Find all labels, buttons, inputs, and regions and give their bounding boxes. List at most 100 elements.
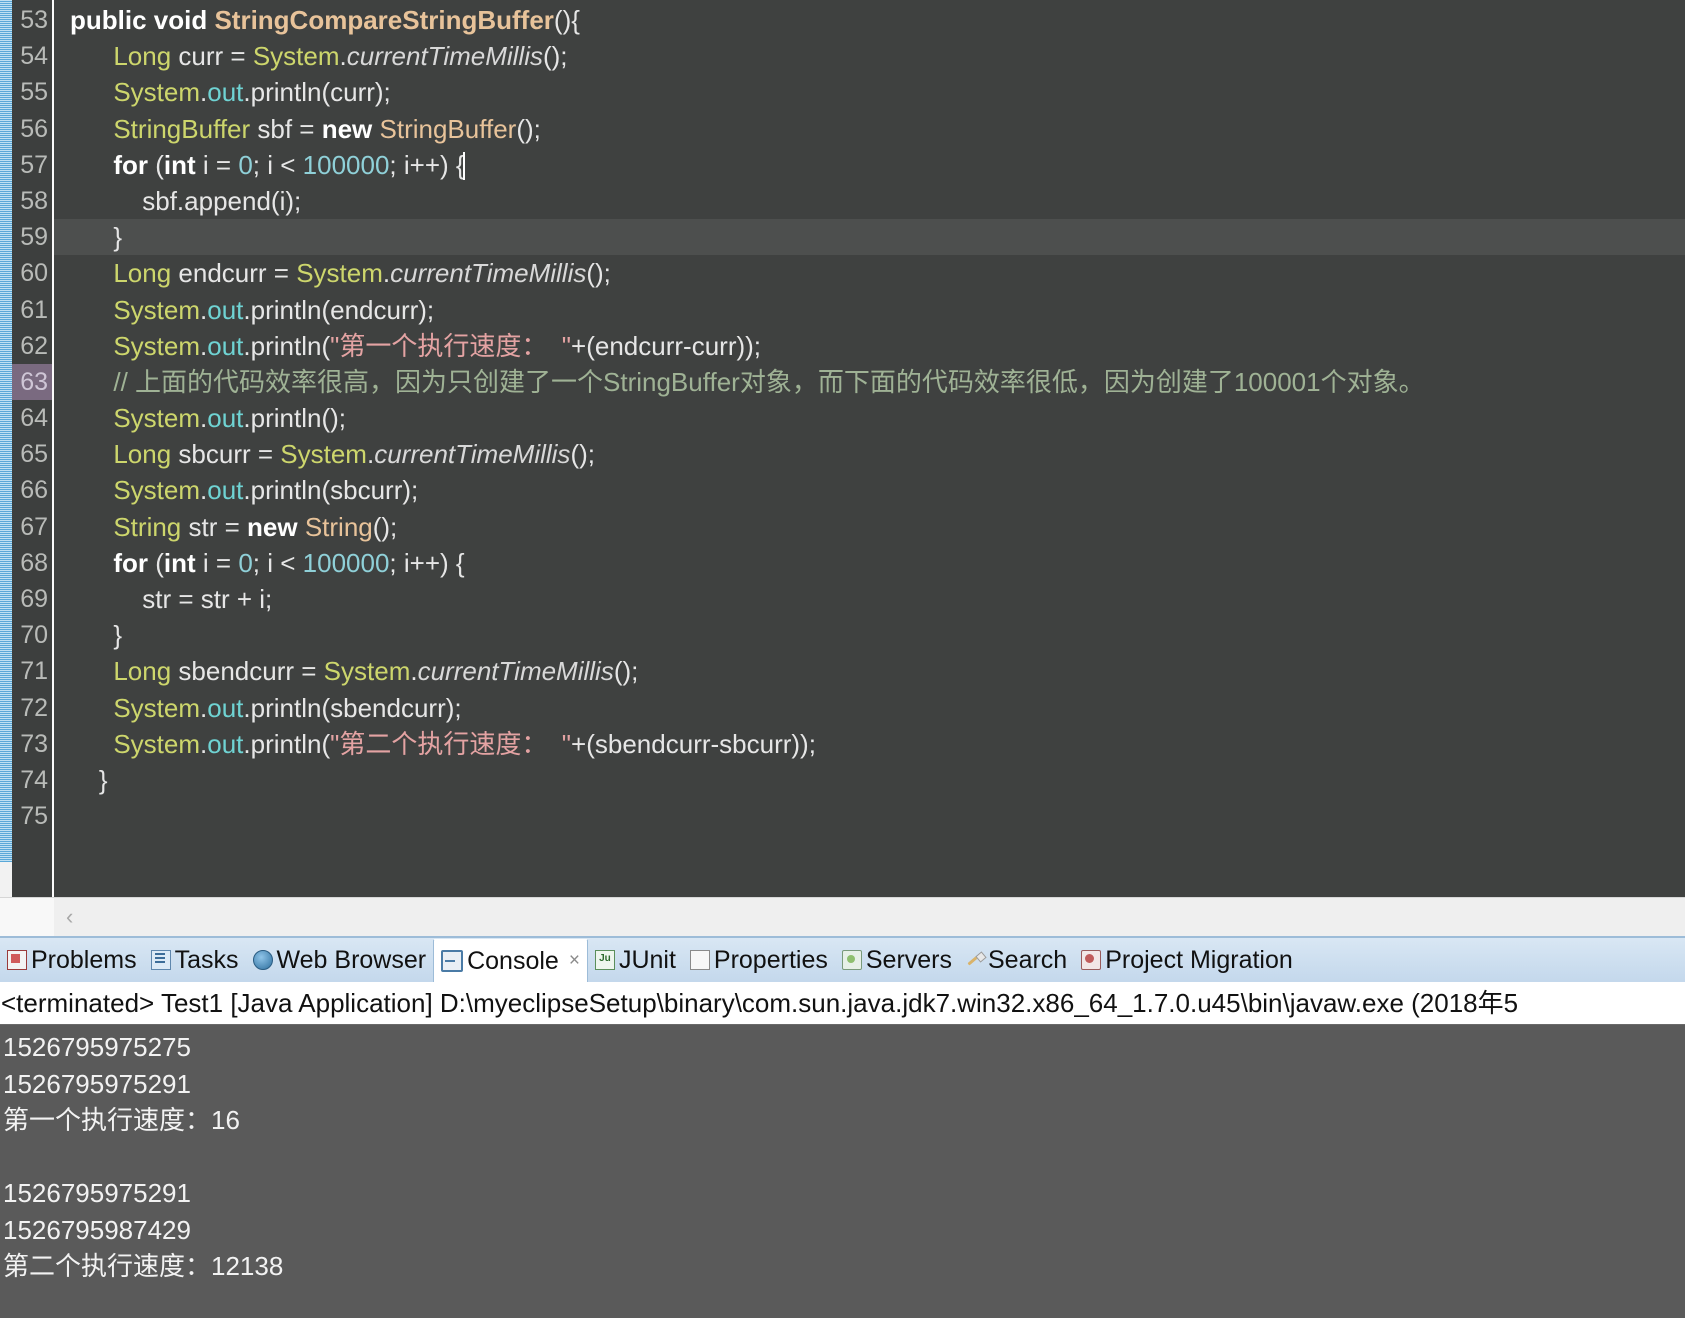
line-number[interactable]: 61 — [12, 292, 52, 328]
code-line[interactable]: System.out.println(curr); — [54, 74, 1685, 110]
code-token: System — [113, 692, 201, 723]
console-output-line: 1526795975291 — [3, 1068, 191, 1099]
view-tab-console[interactable]: Console × — [433, 939, 588, 982]
code-line[interactable]: String str = new String(); — [54, 509, 1685, 545]
code-line[interactable]: str = str + i; — [54, 581, 1685, 617]
code-token: sbf.append(i); — [142, 185, 302, 216]
code-token: } — [70, 764, 108, 795]
console-output-line: 第一个执行速度：16 — [3, 1105, 240, 1135]
editor-horizontal-scrollbar[interactable]: ‹ — [0, 897, 1685, 936]
code-token: String — [304, 511, 373, 542]
code-token: +(sbendcurr-sbcurr)); — [571, 728, 816, 759]
line-number[interactable]: 58 — [12, 183, 52, 219]
line-number[interactable]: 72 — [12, 690, 52, 726]
code-line[interactable]: System.out.println(); — [54, 400, 1685, 436]
view-tab-label: Problems — [31, 945, 137, 974]
code-token: System — [113, 728, 201, 759]
line-number[interactable]: 75 — [12, 798, 52, 834]
line-number[interactable]: 70 — [12, 617, 52, 653]
code-line[interactable]: System.out.println(endcurr); — [54, 292, 1685, 328]
code-line[interactable]: Long curr = System.currentTimeMillis(); — [54, 38, 1685, 74]
code-token: for — [113, 149, 156, 180]
code-line[interactable]: Long endcurr = System.currentTimeMillis(… — [54, 255, 1685, 291]
view-tab-properties[interactable]: Properties — [683, 938, 835, 982]
line-number-gutter[interactable]: 53 54 55 56 57 58 59 60 61 62 63 64 65 66 67 68 69 70 71 72… — [12, 0, 66, 897]
line-number[interactable]: 69 — [12, 581, 52, 617]
view-tab-servers[interactable]: Servers — [835, 938, 959, 982]
code-line[interactable]: // 上面的代码效率很高，因为只创建了一个StringBuffer对象，而下面的… — [54, 364, 1685, 400]
code-token: (); — [586, 258, 611, 289]
view-tab-project-migration[interactable]: Project Migration — [1074, 938, 1300, 982]
line-number[interactable]: 64 — [12, 400, 52, 436]
line-number[interactable]: 55 — [12, 74, 52, 110]
code-line[interactable]: } — [54, 219, 1685, 256]
line-number[interactable]: 54 — [12, 38, 52, 74]
line-number[interactable]: 59 — [12, 219, 52, 255]
line-number[interactable]: 62 — [12, 328, 52, 364]
view-tab-bar[interactable]: Problems Tasks Web Browser Console × Ju JUnit P… — [0, 936, 1685, 982]
line-number[interactable]: 57 — [12, 147, 52, 183]
line-number[interactable]: 66 — [12, 472, 52, 508]
close-icon[interactable]: × — [569, 950, 580, 972]
annotation-ruler[interactable] — [0, 0, 12, 897]
java-editor[interactable]: 53 54 55 56 57 58 59 60 61 62 63 64 65 66 67 68 69 70 71 72… — [0, 0, 1685, 897]
view-tab-junit[interactable]: Ju JUnit — [588, 938, 683, 982]
line-number[interactable]: 71 — [12, 653, 52, 689]
code-token: currentTimeMillis — [417, 656, 614, 687]
line-number[interactable]: 68 — [12, 545, 52, 581]
code-token: .println(sbcurr); — [243, 475, 419, 506]
code-token: . — [339, 41, 347, 72]
view-tab-tasks[interactable]: Tasks — [144, 938, 246, 982]
code-token: ; i < — [252, 547, 303, 578]
code-line[interactable]: System.out.println(sbendcurr); — [54, 690, 1685, 726]
code-token: void — [153, 5, 215, 35]
code-line[interactable]: System.out.println("第二个执行速度： "+(sbendcur… — [54, 726, 1685, 762]
view-tab-search[interactable]: Search — [959, 938, 1074, 982]
line-number[interactable]: 56 — [12, 111, 52, 147]
code-line[interactable]: public void StringCompareStringBuffer(){ — [54, 2, 1685, 38]
line-number[interactable]: 73 — [12, 726, 52, 762]
line-number[interactable]: 67 — [12, 509, 52, 545]
line-number[interactable]: 60 — [12, 255, 52, 291]
code-token: out — [207, 475, 244, 506]
code-line[interactable]: for (int i = 0; i < 100000; i++) { — [54, 147, 1685, 183]
code-line[interactable]: } — [54, 762, 1685, 798]
code-line[interactable]: } — [54, 617, 1685, 653]
code-line[interactable]: Long sbendcurr = System.currentTimeMilli… — [54, 653, 1685, 689]
code-token: 100000 — [302, 547, 390, 578]
code-token: // 上面的代码效率很高，因为只创建了一个StringBuffer对象，而下面的… — [113, 366, 1425, 397]
code-line[interactable]: for (int i = 0; i < 100000; i++) { — [54, 545, 1685, 581]
console-output[interactable]: 1526795975275 1526795975291 第一个执行速度：16 152… — [0, 1024, 1685, 1318]
view-tab-problems[interactable]: Problems — [0, 938, 144, 982]
code-line[interactable] — [54, 798, 1685, 834]
console-output-line: 第二个执行速度：12138 — [3, 1251, 284, 1281]
code-token: (); — [542, 41, 568, 72]
code-token: ( — [155, 149, 164, 180]
code-token: .println(); — [243, 403, 346, 434]
junit-icon: Ju — [594, 950, 615, 970]
code-line[interactable]: Long sbcurr = System.currentTimeMillis()… — [54, 436, 1685, 472]
problems-icon — [7, 950, 27, 970]
scroll-left-icon[interactable]: ‹ — [66, 906, 73, 928]
code-line[interactable]: System.out.println("第一个执行速度： "+(endcurr-… — [54, 328, 1685, 364]
view-tab-web-browser[interactable]: Web Browser — [246, 938, 434, 982]
code-token: "第二个执行速度： " — [330, 728, 572, 759]
code-token: for — [113, 547, 156, 578]
line-number[interactable]: 65 — [12, 436, 52, 472]
code-token: sbendcurr = — [171, 656, 324, 687]
line-number[interactable]: 63 — [12, 363, 52, 401]
code-line[interactable]: sbf.append(i); — [54, 183, 1685, 219]
line-number[interactable]: 53 — [12, 2, 66, 38]
code-area[interactable]: public void StringCompareStringBuffer(){… — [54, 0, 1685, 897]
scrollbar-track[interactable]: ‹ — [54, 898, 1685, 936]
line-number[interactable]: 74 — [12, 762, 52, 798]
code-line[interactable]: System.out.println(sbcurr); — [54, 472, 1685, 508]
scrollbar-corner — [0, 898, 54, 936]
code-line[interactable]: StringBuffer sbf = new StringBuffer(); — [54, 111, 1685, 147]
